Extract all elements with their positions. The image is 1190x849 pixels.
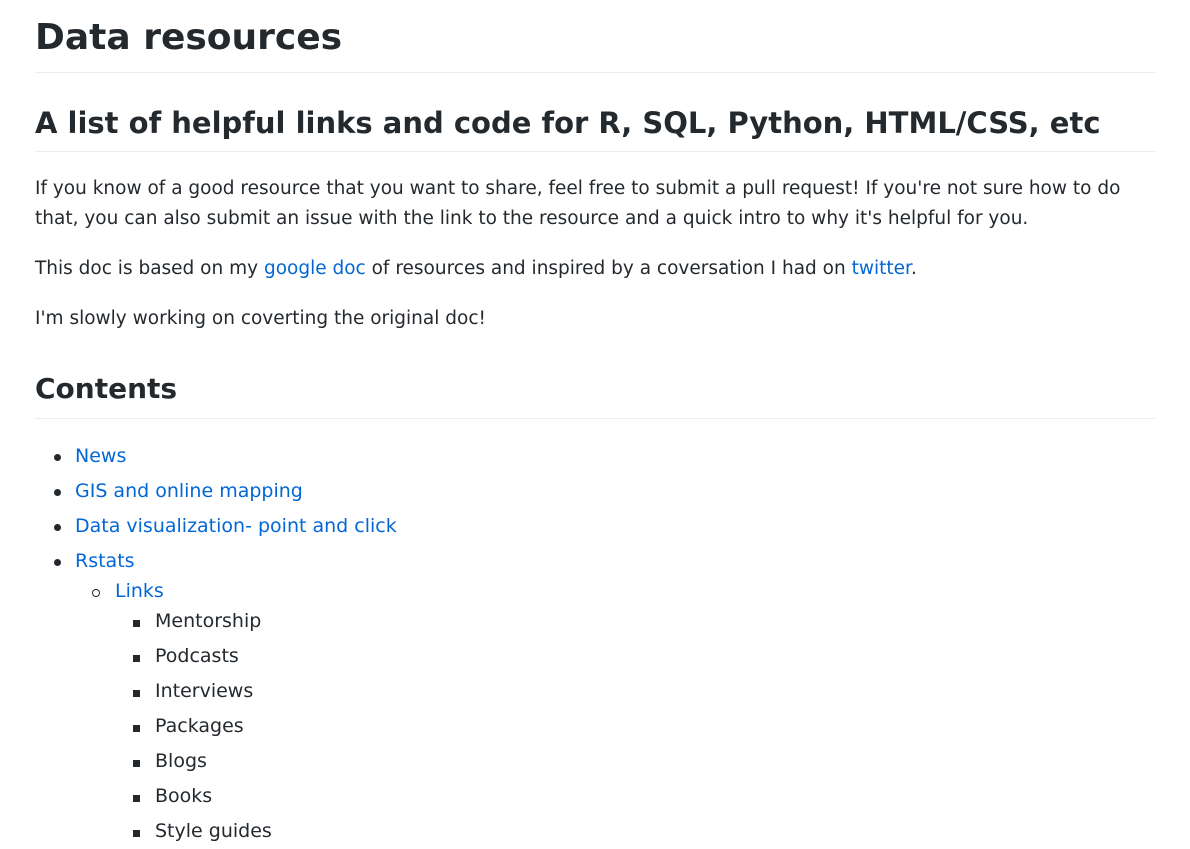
based-on-text-before: This doc is based on my (35, 258, 264, 279)
list-item: News (35, 439, 1155, 474)
bullet-disc-icon (54, 524, 61, 531)
list-item: Podcasts (115, 639, 1155, 674)
bullet-square-icon (133, 830, 140, 837)
bullet-square-icon (133, 725, 140, 732)
list-item: Books (115, 779, 1155, 814)
status-note-paragraph: I'm slowly working on coverting the orig… (35, 308, 486, 329)
contents-link-links[interactable]: Links (115, 580, 164, 602)
sub-item-mentorship: Mentorship (155, 610, 262, 632)
bullet-square-icon (133, 620, 140, 627)
contents-link-news[interactable]: News (75, 445, 126, 467)
contents-link-rstats[interactable]: Rstats (75, 550, 135, 572)
list-item: Style guides (115, 814, 1155, 849)
readme-page: Data resources A list of helpful links a… (0, 0, 1190, 849)
contents-list: News GIS and online mapping Data visuali… (35, 439, 1155, 849)
sub-item-interviews: Interviews (155, 680, 254, 702)
sub-item-blogs: Blogs (155, 750, 207, 772)
contents-link-dataviz[interactable]: Data visualization- point and click (75, 515, 397, 537)
sub-item-style-guides: Style guides (155, 820, 272, 842)
subtitle-heading: A list of helpful links and code for R, … (35, 103, 1155, 152)
list-item: Interviews (115, 674, 1155, 709)
rstats-sublist: Links Mentorship Podcasts Interviews Pac… (75, 574, 1155, 849)
page-title: Data resources (35, 0, 1155, 73)
bullet-square-icon (133, 655, 140, 662)
bullet-circle-icon (92, 589, 100, 597)
sub-item-books: Books (155, 785, 213, 807)
google-doc-link[interactable]: google doc (264, 258, 366, 279)
list-item: Mentorship (115, 604, 1155, 639)
contents-link-gis[interactable]: GIS and online mapping (75, 480, 303, 502)
bullet-disc-icon (54, 489, 61, 496)
links-sublist: Mentorship Podcasts Interviews Packages … (115, 604, 1155, 849)
twitter-link[interactable]: twitter (852, 258, 911, 279)
bullet-square-icon (133, 690, 140, 697)
list-item: Blogs (115, 744, 1155, 779)
bullet-square-icon (133, 760, 140, 767)
bullet-disc-icon (54, 454, 61, 461)
list-item: Rstats Links Mentorship Podcasts Intervi… (35, 544, 1155, 849)
based-on-text-after: . (910, 258, 917, 279)
list-item: Packages (115, 709, 1155, 744)
bullet-disc-icon (54, 559, 61, 566)
intro-paragraph: If you know of a good resource that you … (35, 178, 1121, 229)
list-item: Links Mentorship Podcasts Interviews Pac… (75, 574, 1155, 849)
sub-item-podcasts: Podcasts (155, 645, 239, 667)
list-item: Data visualization- point and click (35, 509, 1155, 544)
based-on-text-middle: of resources and inspired by a coversati… (365, 258, 852, 279)
based-on-paragraph: This doc is based on my google doc of re… (35, 254, 1155, 284)
contents-heading: Contents (35, 370, 1155, 419)
list-item: GIS and online mapping (35, 474, 1155, 509)
bullet-square-icon (133, 795, 140, 802)
sub-item-packages: Packages (155, 715, 244, 737)
